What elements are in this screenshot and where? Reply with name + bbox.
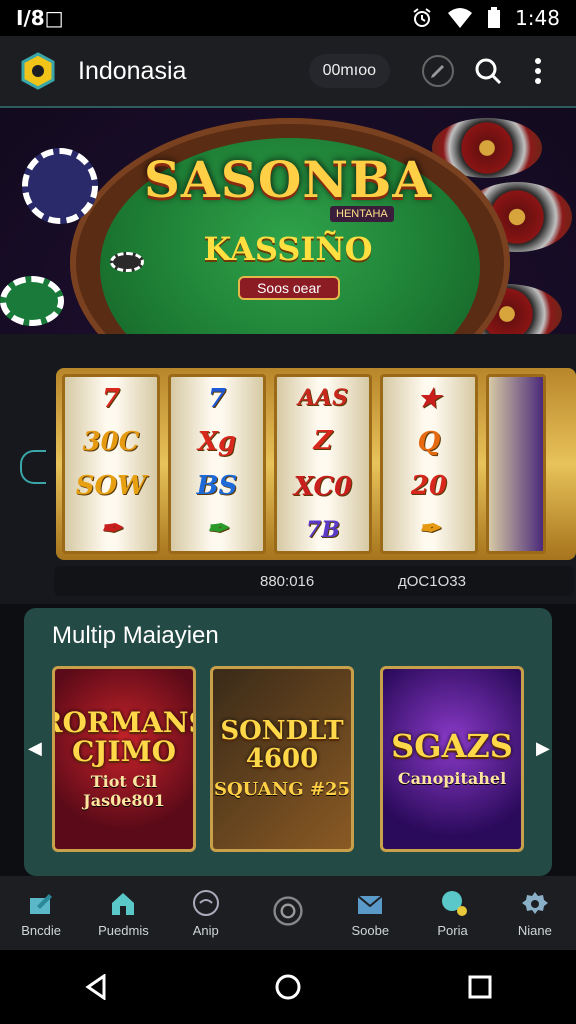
banner-title: SASONBA <box>143 150 433 209</box>
reel-symbol: Z <box>313 426 333 457</box>
reel-symbol: ★ <box>417 383 441 414</box>
coin-balance[interactable]: 00mıoo <box>308 54 390 88</box>
slot-reels[interactable]: 7 30C SOW ✒ 7 Xg BS ✒ AAS Z XC0 7B ★ Q 2… <box>56 368 576 560</box>
nav-item-center[interactable] <box>253 896 323 930</box>
multiplayer-section: Multip Maiayien ◀ RORMANS CJIMO Tiot Cil… <box>24 608 552 876</box>
gear-icon <box>520 889 550 919</box>
reel-symbol: 20 <box>410 470 448 501</box>
nav-label: Niane <box>517 922 552 938</box>
game-card[interactable]: SONDLT 4600 SQUANG #25 <box>210 666 354 852</box>
status-time: 1:48 <box>515 6 560 30</box>
game-card-title: RORMANS CJIMO <box>55 705 193 768</box>
reel-symbol: Xg <box>197 427 237 458</box>
game-card[interactable]: SGAZS Canopitahel <box>380 666 524 852</box>
nav-label: Poria <box>437 922 468 938</box>
slot-lever-icon[interactable] <box>20 450 46 484</box>
banner-tag: HENTAHA <box>330 206 394 222</box>
game-card[interactable]: RORMANS CJIMO Tiot Cil Jas0e801 <box>52 666 196 852</box>
game-card-title: SGAZS <box>391 726 513 765</box>
reel-2: 7 Xg BS ✒ <box>168 374 266 554</box>
home-icon <box>108 889 138 919</box>
pen-icon <box>26 889 56 919</box>
reel-1: 7 30C SOW ✒ <box>62 374 160 554</box>
reel-symbol: 7 <box>101 383 121 414</box>
back-icon[interactable] <box>76 967 116 1007</box>
chat-icon <box>191 889 221 919</box>
reel-symbol: BS <box>196 470 238 501</box>
nav-item-bncdie[interactable]: Bncdie <box>6 889 76 938</box>
reel-symbol: ✒ <box>100 514 122 545</box>
chevron-right-icon[interactable]: ▶ <box>536 738 550 759</box>
slot-info-bar: 880:016 дOC1O33 <box>54 566 574 596</box>
battery-icon <box>488 7 501 28</box>
status-left-text: I/8□ <box>16 6 64 30</box>
envelope-icon <box>355 889 385 919</box>
more-options-icon[interactable] <box>518 51 558 91</box>
reel-symbol: 7B <box>306 517 340 544</box>
reel-symbol: SOW <box>75 470 147 501</box>
app-logo-icon[interactable] <box>18 51 58 91</box>
promo-banner[interactable]: SASONBA HENTAHA KASSIÑO Soos oear <box>0 108 576 334</box>
reel-4: ★ Q 20 ✒ <box>380 374 478 554</box>
system-navigation <box>0 950 576 1024</box>
slot-info-right: дOC1O33 <box>398 572 466 590</box>
nav-item-soobe[interactable]: Soobe <box>335 889 405 938</box>
status-bar: I/8□ 1:48 <box>0 0 576 36</box>
coin-icon <box>273 896 303 926</box>
bottom-navigation: Bncdie Puedmis Anip Soobe Poria Niane <box>0 876 576 950</box>
game-card-title: SONDLT 4600 <box>220 716 344 774</box>
app-bar: Indonasia 00mıoo <box>0 36 576 108</box>
reel-symbol: Q <box>417 427 441 458</box>
nav-item-anip[interactable]: Anip <box>171 889 241 938</box>
section-title: Multip Maiayien <box>52 622 219 649</box>
reel-symbol: ✒ <box>206 514 228 545</box>
recents-icon[interactable] <box>460 967 500 1007</box>
alarm-icon <box>413 8 431 27</box>
reel-symbol: AAS <box>297 384 349 411</box>
nav-label: Anip <box>192 922 219 938</box>
reel-symbol: ✒ <box>418 514 440 545</box>
poker-chip-image <box>0 276 64 326</box>
banner-button[interactable]: Soos oear <box>238 276 340 300</box>
home-button-icon[interactable] <box>268 967 308 1007</box>
nav-item-niane[interactable]: Niane <box>500 889 570 938</box>
profile-icon <box>438 889 468 919</box>
reel-symbol: 30C <box>82 427 140 458</box>
nav-label: Soobe <box>351 922 390 938</box>
game-card-subtitle: Canopitahel <box>397 769 507 789</box>
nav-label: Bncdie <box>21 922 62 938</box>
reel-5-partial <box>486 374 546 554</box>
page-title: Indonasia <box>78 56 187 85</box>
reel-symbol: XC0 <box>293 471 353 502</box>
game-card-subtitle: SQUANG #25 <box>213 778 350 800</box>
search-icon[interactable] <box>468 51 508 91</box>
reel-symbol: 7 <box>207 383 227 414</box>
wifi-icon <box>448 8 473 28</box>
nav-item-poria[interactable]: Poria <box>418 889 488 938</box>
reel-3: AAS Z XC0 7B <box>274 374 372 554</box>
nav-item-puedmis[interactable]: Puedmis <box>88 889 158 938</box>
chevron-left-icon[interactable]: ◀ <box>28 738 42 759</box>
edit-icon[interactable] <box>418 51 458 91</box>
game-card-subtitle: Tiot Cil Jas0e801 <box>83 772 165 811</box>
banner-subtitle: KASSIÑO <box>203 230 373 268</box>
slot-info-left: 880:016 <box>260 572 315 590</box>
nav-label: Puedmis <box>98 922 149 938</box>
